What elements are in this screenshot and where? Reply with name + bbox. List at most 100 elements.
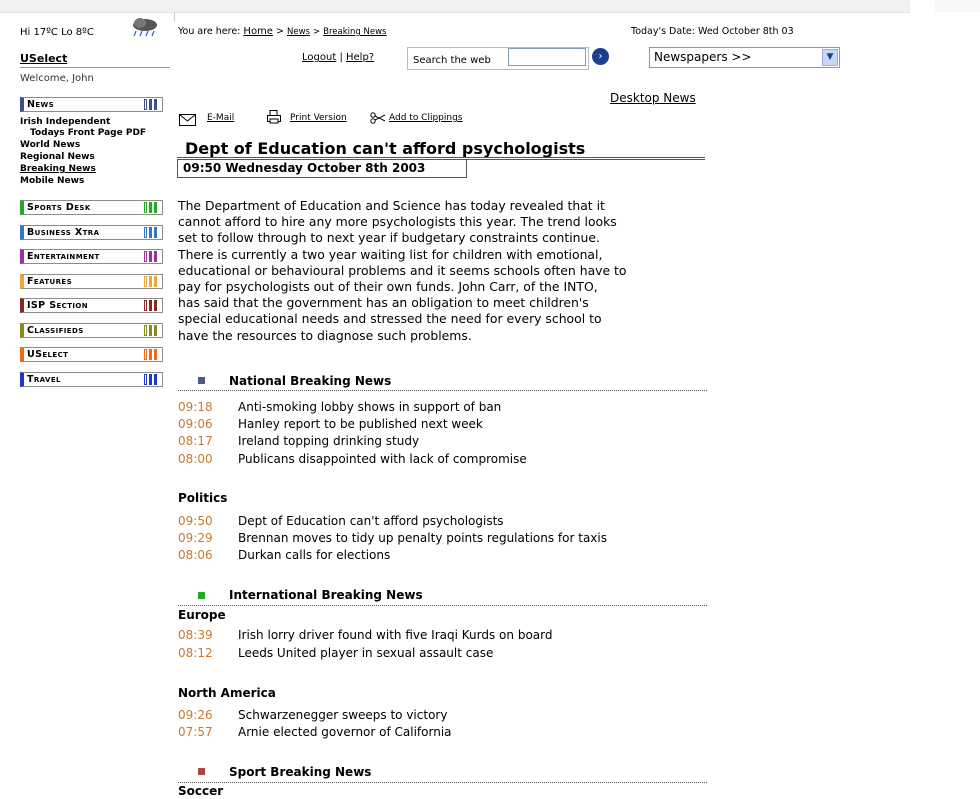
sidebar-sports-desk[interactable]: Sports Desk xyxy=(20,200,163,215)
newspapers-selected: Newspapers >> xyxy=(654,50,752,64)
news-item-title[interactable]: Publicans disappointed with lack of comp… xyxy=(238,452,527,466)
sidebar-classifieds[interactable]: Classifieds xyxy=(20,323,163,338)
chevron-down-icon[interactable]: ▼ xyxy=(822,49,838,66)
news-item[interactable]: 09:29 Brennan moves to tidy up penalty po… xyxy=(178,531,607,545)
search-label: Search the web xyxy=(413,55,491,66)
news-item[interactable]: 08:39 Irish lorry driver found with five … xyxy=(178,628,552,642)
news-item-time: 09:26 xyxy=(178,708,213,722)
email-link[interactable]: E-Mail xyxy=(207,113,234,123)
logout-link[interactable]: Logout xyxy=(302,52,336,63)
sidebar-label: Travel xyxy=(27,374,61,385)
soccer-heading: Soccer xyxy=(178,784,224,798)
section-bullet-icon xyxy=(198,768,205,775)
news-item-time: 09:18 xyxy=(178,400,213,414)
scissors-icon[interactable] xyxy=(370,112,386,124)
sidebar-business-xtra[interactable]: Business Xtra xyxy=(20,225,163,240)
breadcrumb-home-link[interactable]: Home xyxy=(243,26,273,37)
newspapers-select[interactable]: Newspapers >> ▼ xyxy=(649,47,840,68)
help-link[interactable]: Help? xyxy=(346,52,374,63)
article-line: set to follow through to next year if bu… xyxy=(178,230,600,246)
news-item-time: 09:06 xyxy=(178,417,213,431)
news-item[interactable]: 08:17 Ireland topping drinking study xyxy=(178,434,419,448)
section-color-icon xyxy=(144,251,160,262)
add-to-clippings-link[interactable]: Add to Clippings xyxy=(389,113,463,123)
news-item[interactable]: 09:18 Anti-smoking lobby shows in support… xyxy=(178,400,501,414)
news-item[interactable]: 09:26 Schwarzenegger sweeps to victory xyxy=(178,708,447,722)
news-item-time: 07:57 xyxy=(178,725,213,739)
news-item-time: 09:29 xyxy=(178,531,213,545)
sidebar-news-button[interactable]: News xyxy=(20,97,163,112)
section-color-icon xyxy=(144,300,160,311)
europe-heading: Europe xyxy=(178,608,226,622)
news-item-title[interactable]: Arnie elected governor of California xyxy=(238,725,452,739)
news-item-title[interactable]: Anti-smoking lobby shows in support of b… xyxy=(238,400,501,414)
sidebar-sub-item[interactable]: World News xyxy=(20,140,80,150)
sidebar-isp-section[interactable]: ISP Section xyxy=(20,298,163,313)
print-version-link[interactable]: Print Version xyxy=(290,113,347,123)
sidebar-travel[interactable]: Travel xyxy=(20,372,163,387)
section-rule xyxy=(178,782,707,783)
top-bar xyxy=(0,0,910,13)
sidebar-sub-item[interactable]: Mobile News xyxy=(20,176,84,186)
sport-breaking-news-title: Sport Breaking News xyxy=(229,765,372,779)
sidebar-sub-item[interactable]: Regional News xyxy=(20,152,95,162)
news-item-title[interactable]: Irish lorry driver found with five Iraqi… xyxy=(238,628,552,642)
news-item-title[interactable]: Durkan calls for elections xyxy=(238,548,390,562)
sidebar-features[interactable]: Features xyxy=(20,274,163,289)
search-input[interactable] xyxy=(508,48,586,66)
article-line: The Department of Education and Science … xyxy=(178,198,605,213)
article-line: special educational needs and stressed t… xyxy=(178,311,602,327)
news-item-title[interactable]: Schwarzenegger sweeps to victory xyxy=(238,708,447,722)
article-line: There is currently a two year waiting li… xyxy=(178,246,603,262)
sidebar-label: ISP Section xyxy=(27,300,88,311)
sidebar-news-label: News xyxy=(27,99,55,110)
news-item[interactable]: 08:06 Durkan calls for elections xyxy=(178,548,390,562)
article-body: The Department of Education and Science … xyxy=(178,198,718,344)
news-item[interactable]: 07:57 Arnie elected governor of Californi… xyxy=(178,725,452,739)
account-sep: | xyxy=(339,52,343,63)
section-color-icon xyxy=(144,99,160,110)
news-item[interactable]: 09:50 Dept of Education can't afford psyc… xyxy=(178,514,504,528)
article-line: educational or behavioural problems and … xyxy=(178,262,627,278)
printer-icon[interactable] xyxy=(267,110,281,124)
north-america-heading: North America xyxy=(178,686,276,700)
article-line: has said that the government has an obli… xyxy=(178,295,589,311)
sidebar-sub-item[interactable]: Breaking News xyxy=(20,164,96,174)
international-breaking-news-title: International Breaking News xyxy=(229,588,423,602)
email-icon[interactable] xyxy=(179,114,196,126)
article-timestamp: 09:50 Wednesday October 8th 2003 xyxy=(183,161,426,175)
welcome-text: Welcome, John xyxy=(20,73,94,84)
news-item[interactable]: 09:06 Hanley report to be published next … xyxy=(178,417,483,431)
news-item-title[interactable]: Leeds United player in sexual assault ca… xyxy=(238,646,493,660)
todays-date: Today's Date: Wed October 8th 03 xyxy=(631,26,794,37)
article-line: cannot afford to hire any more psycholog… xyxy=(178,214,617,230)
weather-text: Hi 17ºC Lo 8ºC xyxy=(20,27,94,38)
news-item-title[interactable]: Brennan moves to tidy up penalty points … xyxy=(238,531,607,545)
search-go-button[interactable]: › xyxy=(592,48,609,65)
sidebar-sub-item[interactable]: Irish Independent xyxy=(20,117,110,127)
news-item[interactable]: 08:00 Publicans disappointed with lack of… xyxy=(178,452,527,466)
sidebar-label: Features xyxy=(27,276,73,287)
breadcrumb-news-link[interactable]: News xyxy=(287,27,310,37)
uselect-link[interactable]: USelect xyxy=(20,52,67,65)
news-item-title[interactable]: Hanley report to be published next week xyxy=(238,417,483,431)
section-color-icon xyxy=(144,227,160,238)
desktop-news-link[interactable]: Desktop News xyxy=(610,91,696,105)
sidebar-label: Sports Desk xyxy=(27,202,91,213)
section-bullet-icon xyxy=(198,592,205,599)
breadcrumb-sep: > xyxy=(275,26,284,37)
divider xyxy=(20,67,170,68)
section-bullet-icon xyxy=(198,377,205,384)
section-color-icon xyxy=(144,349,160,360)
sidebar-uselect[interactable]: USelect xyxy=(20,347,163,362)
sidebar-label: Business Xtra xyxy=(27,227,100,238)
breadcrumb-breaking-link[interactable]: Breaking News xyxy=(323,27,386,37)
news-item-title[interactable]: Dept of Education can't afford psycholog… xyxy=(238,514,504,528)
account-links: Logout | Help? xyxy=(302,52,374,63)
sidebar-sub-item[interactable]: Todays Front Page PDF xyxy=(30,128,146,138)
news-item[interactable]: 08:12 Leeds United player in sexual assau… xyxy=(178,646,493,660)
section-color-icon xyxy=(144,325,160,336)
news-item-title[interactable]: Ireland topping drinking study xyxy=(238,434,419,448)
sidebar-entertainment[interactable]: Entertainment xyxy=(20,249,163,264)
news-item-time: 08:00 xyxy=(178,452,213,466)
